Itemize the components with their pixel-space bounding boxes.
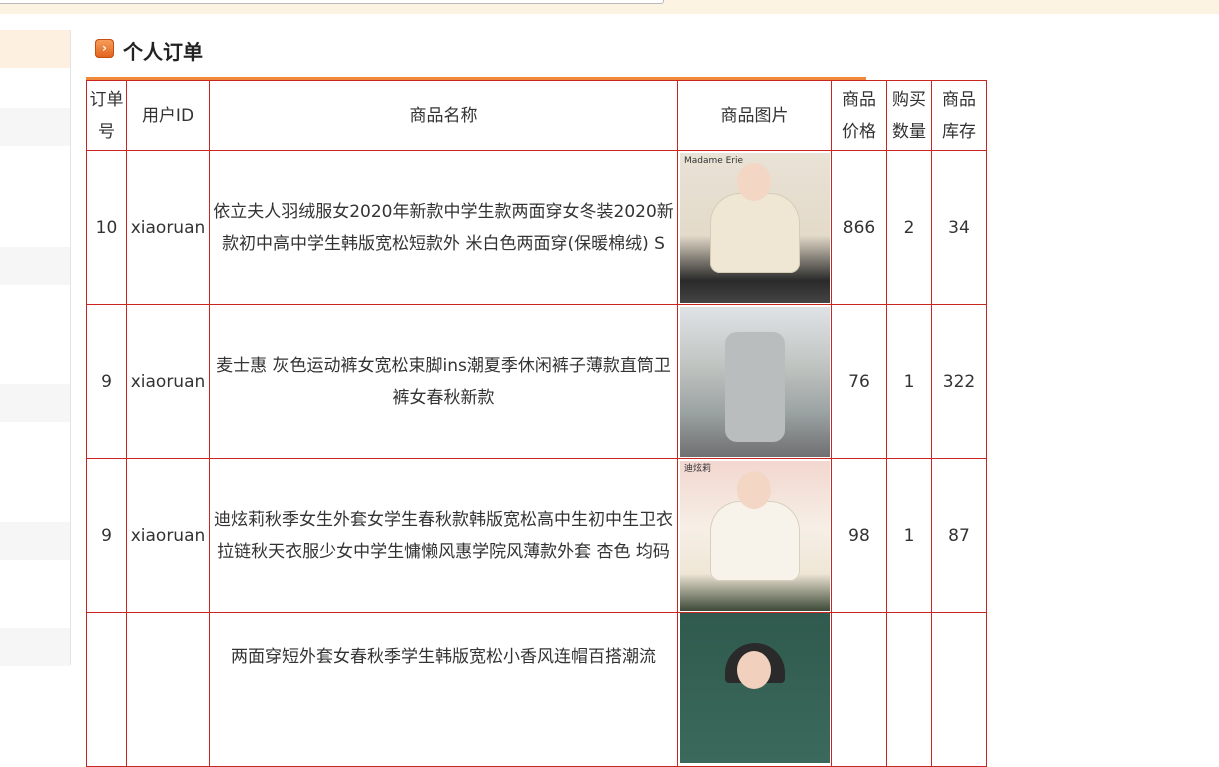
header-order-no: 订单号 bbox=[86, 80, 127, 151]
table-row: 10 xiaoruan 依立夫人羽绒服女2020年新款中学生款两面穿女冬装202… bbox=[86, 150, 987, 305]
table-row: 9 xiaoruan 迪炫莉秋季女生外套女学生春秋款韩版宽松高中生初中生卫衣拉链… bbox=[86, 458, 987, 613]
orange-arrow-icon: › bbox=[95, 39, 114, 58]
section-heading: › 个人订单 bbox=[86, 30, 866, 80]
cell-user-id bbox=[126, 612, 210, 767]
header-quantity: 购买数量 bbox=[886, 80, 932, 151]
cell-order-no bbox=[86, 612, 127, 767]
top-search-box[interactable] bbox=[0, 0, 664, 4]
cell-product-name: 迪炫莉秋季女生外套女学生春秋款韩版宽松高中生初中生卫衣拉链秋天衣服少女中学生慵懒… bbox=[209, 458, 678, 613]
sidebar-item-active[interactable] bbox=[0, 30, 70, 68]
cell-price bbox=[831, 612, 887, 767]
cell-stock: 34 bbox=[931, 150, 987, 305]
hoodie-shape bbox=[710, 500, 800, 581]
cell-stock: 322 bbox=[931, 304, 987, 459]
product-image[interactable] bbox=[680, 306, 830, 457]
cell-product-name: 两面穿短外套女春秋季学生韩版宽松小香风连帽百搭潮流 bbox=[209, 612, 678, 767]
model-head bbox=[737, 470, 771, 509]
cell-order-no: 10 bbox=[86, 150, 127, 305]
sidebar-item[interactable] bbox=[0, 628, 70, 666]
cell-quantity: 2 bbox=[886, 150, 932, 305]
cell-quantity bbox=[886, 612, 932, 767]
header-user-id: 用户ID bbox=[126, 80, 210, 151]
table-row: 9 xiaoruan 麦士惠 灰色运动裤女宽松束脚ins潮夏季休闲裤子薄款直筒卫… bbox=[86, 304, 987, 459]
table-header-row: 订单号 用户ID 商品名称 商品图片 商品价格 购买数量 商品库存 bbox=[86, 80, 987, 151]
cell-product-name: 依立夫人羽绒服女2020年新款中学生款两面穿女冬装2020新款初中高中学生韩版宽… bbox=[209, 150, 678, 305]
cell-product-image: Madame Erie bbox=[677, 150, 832, 305]
cell-product-image bbox=[677, 304, 832, 459]
header-product-name: 商品名称 bbox=[209, 80, 678, 151]
header-stock: 商品库存 bbox=[931, 80, 987, 151]
sidebar-item[interactable] bbox=[0, 108, 70, 146]
pants-shape bbox=[725, 331, 785, 442]
cell-price: 76 bbox=[831, 304, 887, 459]
image-brand-label: Madame Erie bbox=[684, 155, 744, 166]
product-image[interactable]: Madame Erie bbox=[680, 152, 830, 303]
cell-user-id: xiaoruan bbox=[126, 150, 210, 305]
cell-order-no: 9 bbox=[86, 304, 127, 459]
model-head bbox=[737, 651, 771, 689]
sidebar-item[interactable] bbox=[0, 522, 70, 560]
cell-price: 98 bbox=[831, 458, 887, 613]
image-brand-label: 迪炫莉 bbox=[684, 463, 712, 474]
cell-user-id: xiaoruan bbox=[126, 458, 210, 613]
top-banner bbox=[0, 0, 1219, 14]
cell-product-name: 麦士惠 灰色运动裤女宽松束脚ins潮夏季休闲裤子薄款直筒卫裤女春秋新款 bbox=[209, 304, 678, 459]
cell-stock bbox=[931, 612, 987, 767]
table-row: 两面穿短外套女春秋季学生韩版宽松小香风连帽百搭潮流 bbox=[86, 612, 987, 767]
header-product-image: 商品图片 bbox=[677, 80, 832, 151]
cell-stock: 87 bbox=[931, 458, 987, 613]
cell-product-image: 迪炫莉 bbox=[677, 458, 832, 613]
product-image[interactable]: 迪炫莉 bbox=[680, 460, 830, 611]
page-title: 个人订单 bbox=[123, 40, 203, 64]
cell-price: 866 bbox=[831, 150, 887, 305]
sidebar-item[interactable] bbox=[0, 384, 70, 422]
left-sidebar bbox=[0, 30, 71, 666]
model-head bbox=[737, 162, 771, 201]
cell-quantity: 1 bbox=[886, 458, 932, 613]
main-content: › 个人订单 订单号 用户ID 商品名称 商品图片 商品价格 购买数量 商品库存 bbox=[86, 30, 987, 767]
cell-order-no: 9 bbox=[86, 458, 127, 613]
product-image[interactable] bbox=[680, 613, 830, 763]
cell-quantity: 1 bbox=[886, 304, 932, 459]
cell-product-image bbox=[677, 612, 832, 767]
jacket-shape bbox=[710, 192, 800, 273]
cell-user-id: xiaoruan bbox=[126, 304, 210, 459]
orders-table: 订单号 用户ID 商品名称 商品图片 商品价格 购买数量 商品库存 10 xia… bbox=[86, 80, 987, 767]
sidebar-item[interactable] bbox=[0, 247, 70, 285]
header-price: 商品价格 bbox=[831, 80, 887, 151]
